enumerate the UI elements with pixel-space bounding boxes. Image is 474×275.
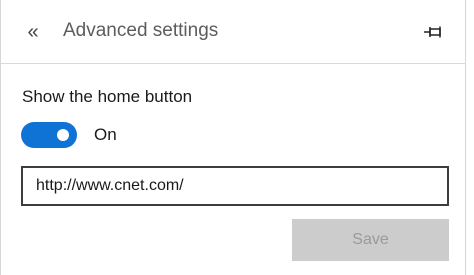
double-chevron-left-icon: « (27, 20, 39, 43)
save-button[interactable]: Save (292, 219, 449, 261)
toggle-state-label: On (94, 125, 117, 144)
home-button-setting-label: Show the home button (22, 87, 193, 106)
toggle-knob (57, 129, 69, 141)
pin-icon (424, 26, 441, 38)
panel-header: « Advanced settings (1, 0, 465, 64)
panel-title: Advanced settings (63, 20, 219, 41)
home-page-url-input[interactable] (21, 166, 449, 206)
back-button[interactable]: « (21, 20, 45, 44)
home-button-toggle[interactable] (21, 122, 77, 148)
pin-button[interactable] (421, 20, 447, 44)
advanced-settings-panel: « Advanced settings Show the home button… (0, 0, 466, 275)
